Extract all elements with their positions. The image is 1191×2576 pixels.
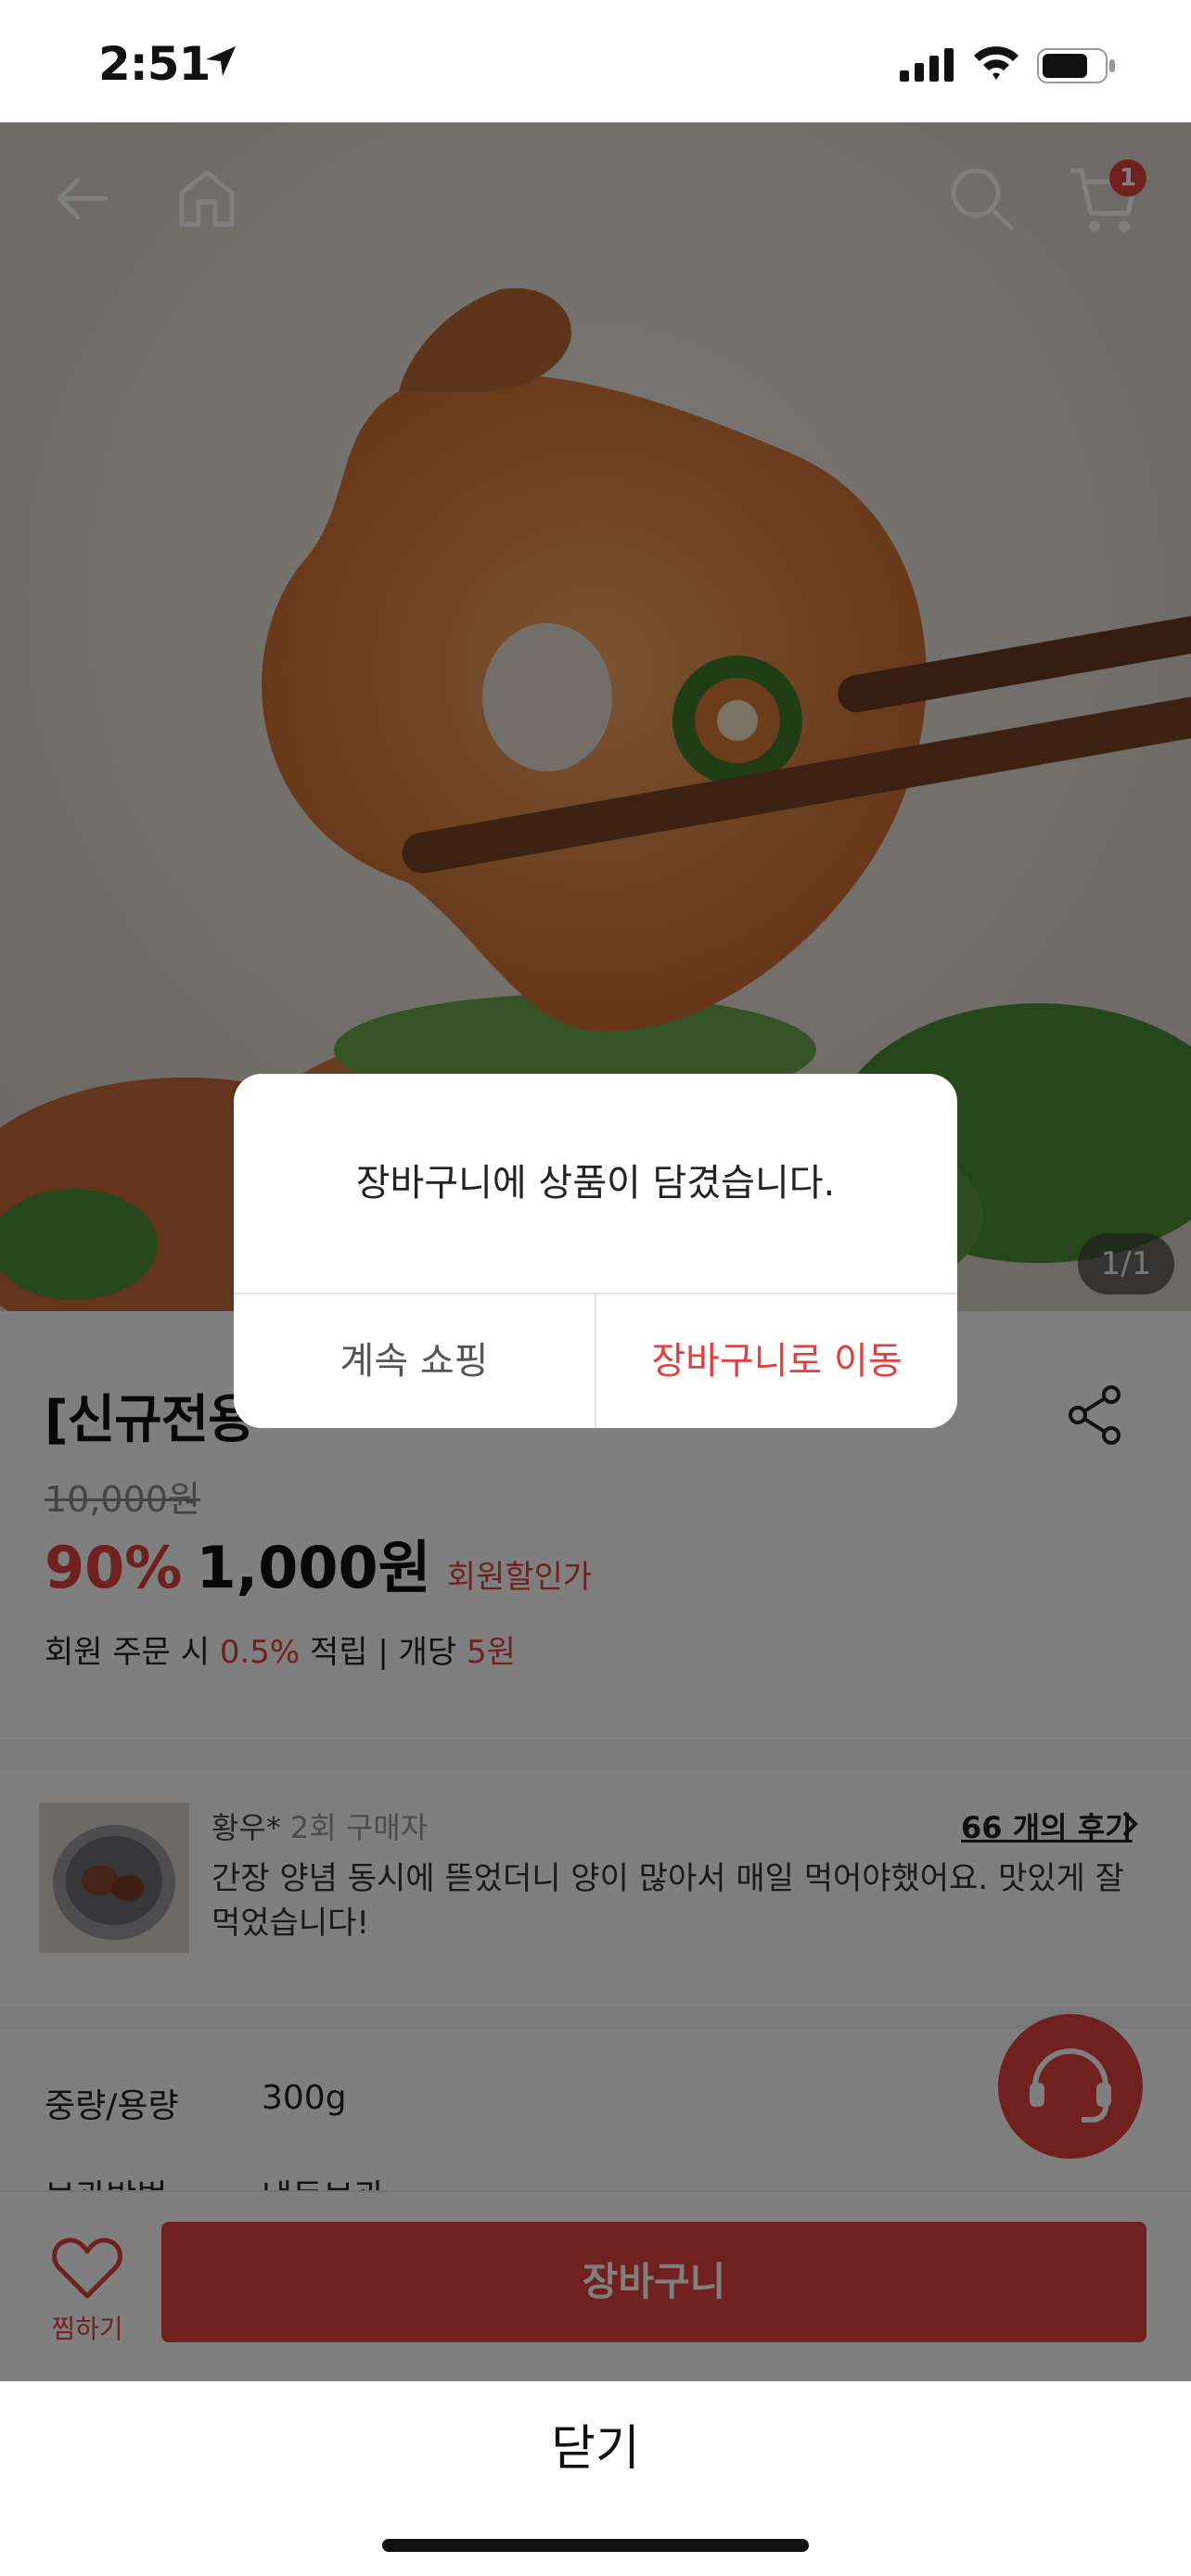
- go-to-cart-button[interactable]: 장바구니로 이동: [596, 1294, 957, 1428]
- wifi-icon: [972, 45, 1020, 85]
- added-to-cart-dialog: 장바구니에 상품이 담겼습니다. 계속 쇼핑 장바구니로 이동: [234, 1074, 957, 1428]
- home-indicator: [382, 2539, 809, 2552]
- status-time: 2:51: [98, 37, 211, 91]
- signal-icon: [900, 48, 957, 85]
- close-bar: 닫기: [0, 2381, 1191, 2576]
- battery-icon: [1037, 48, 1117, 87]
- status-bar: 2:51: [0, 0, 1191, 122]
- dialog-message: 장바구니에 상품이 담겼습니다.: [355, 1162, 836, 1205]
- location-arrow-icon: [202, 43, 239, 83]
- continue-shopping-button[interactable]: 계속 쇼핑: [234, 1294, 595, 1428]
- close-button[interactable]: 닫기: [0, 2409, 1191, 2479]
